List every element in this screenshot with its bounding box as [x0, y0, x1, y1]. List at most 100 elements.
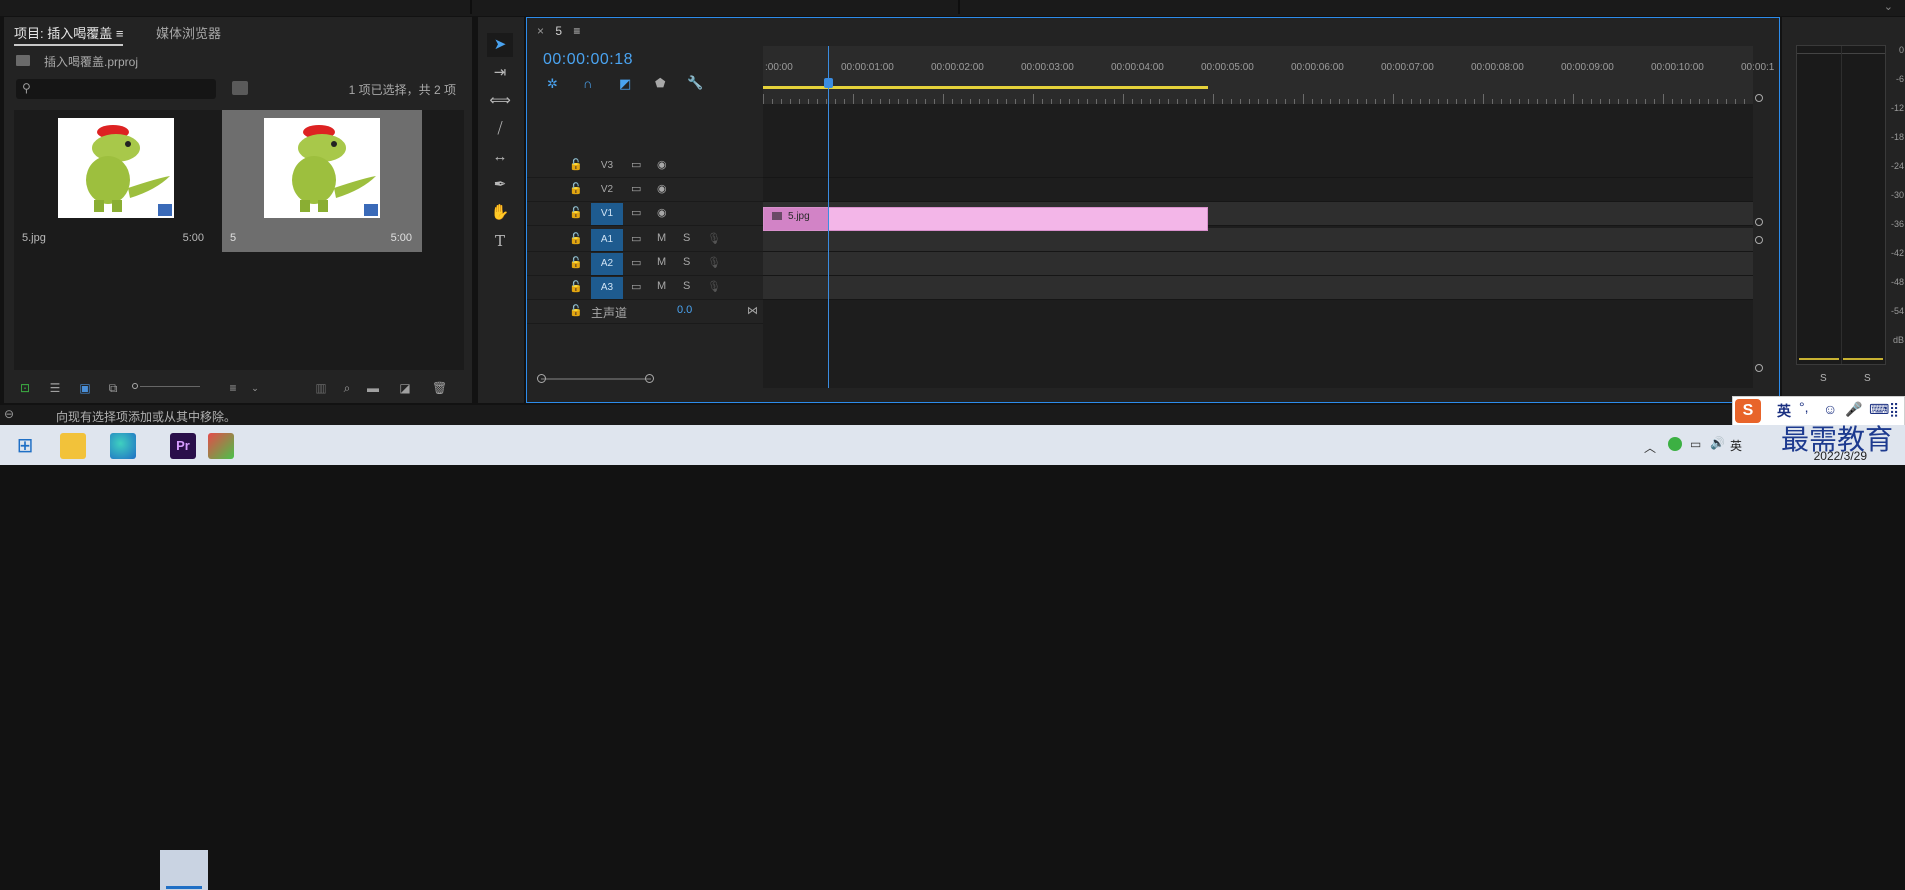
marker-icon[interactable]: ⬟ — [655, 76, 665, 90]
sync-lock-icon[interactable]: ▭ — [631, 206, 641, 219]
find-icon[interactable]: ⌕ — [340, 381, 354, 395]
solo-button[interactable]: S — [683, 256, 690, 268]
keyboard-icon[interactable]: ⌨ — [1869, 401, 1889, 418]
network-icon[interactable]: ▭ — [1690, 437, 1701, 451]
lock-icon[interactable]: 🔓 — [569, 232, 583, 245]
trash-icon[interactable]: 🗑 — [432, 381, 447, 395]
track-label[interactable]: A2 — [591, 253, 623, 275]
scroll-handle-left[interactable] — [537, 374, 546, 383]
vertical-scroll-handle[interactable] — [1755, 94, 1763, 102]
mute-button[interactable]: M — [657, 280, 666, 292]
lock-icon[interactable]: 🔓 — [569, 182, 583, 195]
master-volume[interactable]: 0.0 — [677, 304, 692, 316]
razor-tool-icon[interactable]: ⧸ — [487, 117, 513, 141]
snap-icon[interactable]: ✲ — [547, 76, 558, 92]
pen-tool-icon[interactable]: ✒ — [487, 173, 513, 197]
mute-button[interactable]: M — [657, 256, 666, 268]
sync-lock-icon[interactable]: ▭ — [631, 256, 641, 269]
solo-left-button[interactable]: S — [1820, 373, 1827, 384]
file-explorer-icon[interactable] — [60, 433, 86, 459]
tray-app-icon[interactable] — [1668, 437, 1682, 451]
solo-button[interactable]: S — [683, 232, 690, 244]
ripple-edit-tool-icon[interactable]: ⟺ — [487, 89, 513, 113]
volume-icon[interactable]: 🔊 — [1710, 436, 1725, 450]
emoji-icon[interactable]: ☺ — [1823, 401, 1837, 417]
chevron-down-icon[interactable]: ⌄ — [1884, 0, 1893, 13]
freeform-view-icon[interactable]: ⧉ — [106, 381, 120, 395]
lock-icon[interactable]: ⊡ — [18, 381, 32, 395]
playhead-handle[interactable] — [824, 78, 833, 88]
sync-lock-icon[interactable]: ▭ — [631, 232, 641, 245]
eye-icon[interactable]: ◉ — [657, 206, 667, 219]
track-lane[interactable] — [763, 252, 1753, 276]
new-search-bin-icon[interactable] — [232, 81, 248, 95]
solo-button[interactable]: S — [683, 280, 690, 292]
vertical-scroll-handle[interactable] — [1755, 236, 1763, 244]
panel-menu-icon[interactable]: ≡ — [116, 26, 124, 41]
vertical-scroll-handle[interactable] — [1755, 364, 1763, 372]
track-lane[interactable] — [763, 154, 1753, 178]
app-icon[interactable] — [208, 433, 234, 459]
lock-icon[interactable]: 🔓 — [569, 304, 583, 317]
search-input[interactable]: ⚲ — [16, 79, 216, 99]
track-lane[interactable] — [763, 228, 1753, 252]
track-label[interactable]: A3 — [591, 277, 623, 299]
lock-icon[interactable]: 🔓 — [569, 256, 583, 269]
automate-icon[interactable]: ▥ — [314, 381, 328, 395]
bowtie-icon[interactable]: ⋈ — [747, 304, 758, 317]
premiere-pro-icon[interactable]: Pr — [170, 433, 196, 459]
lock-icon[interactable]: 🔓 — [569, 206, 583, 219]
zoom-slider[interactable] — [140, 386, 200, 387]
list-view-icon[interactable]: ☰ — [48, 381, 62, 395]
project-item[interactable]: 5.jpg 5:00 — [14, 110, 214, 252]
microphone-icon[interactable]: 🎙 — [707, 256, 721, 269]
panel-menu-icon[interactable]: ≡ — [573, 24, 580, 38]
playhead[interactable] — [828, 46, 829, 388]
menu-grid-icon[interactable]: ⣿ — [1889, 401, 1899, 418]
track-label[interactable]: A1 — [591, 229, 623, 251]
track-select-tool-icon[interactable]: ⇥ — [487, 61, 513, 85]
track-label[interactable]: V2 — [591, 179, 623, 201]
slip-tool-icon[interactable]: ↔ — [487, 145, 513, 169]
timeline-clip[interactable]: 5.jpg — [763, 207, 1208, 231]
zoom-slider-handle[interactable] — [132, 383, 138, 389]
tab-sequence[interactable]: × 5 ≡ — [537, 24, 580, 38]
tab-project[interactable]: 项目: 插入喝覆盖 ≡ — [14, 23, 124, 46]
lock-icon[interactable]: 🔓 — [569, 158, 583, 171]
chevron-down-icon[interactable]: ⌄ — [248, 381, 262, 395]
eye-icon[interactable]: ◉ — [657, 182, 667, 195]
wrench-icon[interactable]: 🔧 — [687, 75, 703, 91]
hand-tool-icon[interactable]: ✋ — [487, 201, 513, 225]
sync-lock-icon[interactable]: ▭ — [631, 280, 641, 293]
track-lane[interactable] — [763, 276, 1753, 300]
new-item-icon[interactable]: ◪ — [398, 381, 412, 395]
windows-start-icon[interactable]: ⊞ — [12, 433, 38, 459]
lock-icon[interactable]: 🔓 — [569, 280, 583, 293]
microphone-icon[interactable]: 🎙 — [707, 232, 721, 245]
vertical-scroll-handle[interactable] — [1755, 218, 1763, 226]
microphone-icon[interactable]: 🎙 — [707, 280, 721, 293]
time-ruler[interactable]: :00:00 00:00:01:00 00:00:02:00 00:00:03:00 0… — [763, 46, 1774, 104]
magnet-icon[interactable]: ∩ — [583, 76, 592, 91]
mute-button[interactable]: M — [657, 232, 666, 244]
track-label[interactable]: V1 — [591, 203, 623, 225]
close-icon[interactable]: × — [537, 24, 544, 38]
selection-tool-icon[interactable]: ➤ — [487, 33, 513, 57]
edge-browser-icon[interactable] — [110, 433, 136, 459]
chevron-up-icon[interactable]: ︿ — [1644, 439, 1656, 456]
project-item-selected[interactable]: 5 5:00 — [222, 110, 422, 252]
horizontal-scrollbar[interactable] — [541, 378, 651, 380]
track-lane[interactable] — [763, 178, 1753, 202]
tab-media-browser[interactable]: 媒体浏览器 — [156, 23, 221, 42]
track-area[interactable] — [763, 104, 1753, 388]
sort-icon[interactable]: ≡ — [226, 381, 240, 395]
track-label[interactable]: V3 — [591, 155, 623, 177]
linked-selection-icon[interactable]: ◩ — [619, 76, 631, 92]
icon-view-icon[interactable]: ▣ — [78, 381, 92, 395]
type-tool-icon[interactable]: T — [487, 229, 513, 253]
microphone-icon[interactable]: 🎤 — [1845, 401, 1862, 418]
solo-right-button[interactable]: S — [1864, 373, 1871, 384]
timecode[interactable]: 00:00:00:18 — [543, 51, 633, 69]
sync-lock-icon[interactable]: ▭ — [631, 182, 641, 195]
tray-language[interactable]: 英 — [1730, 437, 1742, 454]
